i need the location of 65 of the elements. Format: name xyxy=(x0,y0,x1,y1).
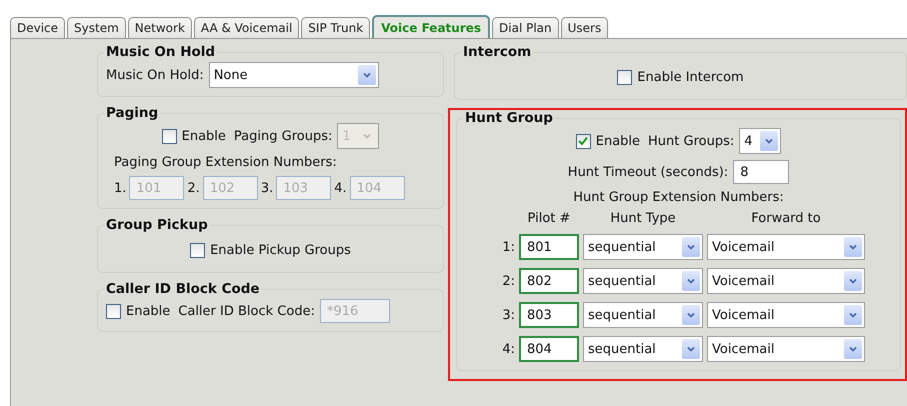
groups-dropdown[interactable]: 4 xyxy=(739,128,782,154)
forward-dropdown[interactable]: Voicemail xyxy=(706,234,865,260)
chevron-down-icon xyxy=(844,271,862,291)
section-title: Paging xyxy=(105,105,160,121)
forward-dropdown[interactable]: Voicemail xyxy=(706,336,865,362)
input-field[interactable]: 801 xyxy=(518,234,579,260)
tab[interactable]: Voice Features xyxy=(372,15,490,38)
checkbox-label: Enable xyxy=(596,134,640,148)
hunt-type-dropdown[interactable]: sequential xyxy=(582,336,703,362)
music-dropdown[interactable]: None xyxy=(208,62,379,88)
section-title: Group Pickup xyxy=(105,217,209,233)
section-title: Caller ID Block Code xyxy=(105,281,261,297)
tab[interactable]: AA & Voicemail xyxy=(194,17,300,38)
chevron-down-icon xyxy=(682,271,700,291)
input-field[interactable]: 803 xyxy=(518,302,579,328)
chevron-down-icon xyxy=(844,237,862,257)
forward-dropdown[interactable]: Voicemail xyxy=(706,302,865,328)
chevron-down-icon xyxy=(358,65,376,85)
field-label: Music On Hold: xyxy=(106,68,204,82)
field-label: Paging Group Extension Numbers: xyxy=(114,155,337,170)
column-header: Pilot # xyxy=(526,211,572,226)
section-title: Intercom xyxy=(462,44,532,60)
chevron-down-icon xyxy=(682,305,700,325)
section-title: Music On Hold xyxy=(105,44,216,60)
tab[interactable]: System xyxy=(67,17,126,38)
input-field[interactable]: 802 xyxy=(518,268,579,294)
forward-dropdown[interactable]: Voicemail xyxy=(706,268,865,294)
hunt-type-dropdown[interactable]: sequential xyxy=(582,234,703,260)
hunt-type-dropdown[interactable]: sequential xyxy=(582,268,703,294)
number-label: 4. xyxy=(334,180,347,196)
number-label: 3. xyxy=(260,180,274,196)
row-number: 1: xyxy=(501,240,515,254)
row-number: 3: xyxy=(501,308,515,322)
field-label: Hunt Groups: xyxy=(648,134,734,148)
field-label: Paging Groups: xyxy=(234,128,332,144)
chevron-down-icon xyxy=(682,339,700,359)
field-label: Hunt Timeout (seconds): xyxy=(568,164,728,180)
chevron-down-icon xyxy=(844,339,862,359)
tab[interactable]: Dial Plan xyxy=(492,17,559,38)
checkbox[interactable] xyxy=(617,70,632,85)
checkbox-label: Enable Pickup Groups xyxy=(210,243,351,258)
checkbox[interactable] xyxy=(576,134,591,148)
chevron-down-icon xyxy=(844,305,862,325)
tab[interactable]: Device xyxy=(10,17,66,38)
number-label: 1. xyxy=(114,180,126,196)
checkbox-label: Enable xyxy=(126,304,170,318)
checkbox-label: Enable Intercom xyxy=(637,70,744,85)
tab[interactable]: Users xyxy=(560,17,608,38)
field-label: Caller ID Block Code: xyxy=(178,304,315,318)
chevron-down-icon xyxy=(760,131,778,151)
row-number: 2: xyxy=(501,274,515,288)
number-label: 2. xyxy=(187,180,200,196)
input-field[interactable]: 8 xyxy=(733,160,790,184)
checkbox-label: Enable xyxy=(182,128,226,144)
input-field[interactable]: 804 xyxy=(518,336,579,362)
hunt-type-dropdown[interactable]: sequential xyxy=(582,302,703,328)
chevron-down-icon xyxy=(682,237,700,257)
column-header: Forward to xyxy=(750,211,822,226)
row-number: 4: xyxy=(501,342,515,356)
tab[interactable]: SIP Trunk xyxy=(301,17,370,38)
field-label: Hunt Group Extension Numbers: xyxy=(573,190,784,205)
tab[interactable]: Network xyxy=(128,17,192,38)
column-header: Hunt Type xyxy=(609,211,677,226)
section-title: Hunt Group xyxy=(464,110,554,126)
checkbox[interactable] xyxy=(190,243,206,258)
